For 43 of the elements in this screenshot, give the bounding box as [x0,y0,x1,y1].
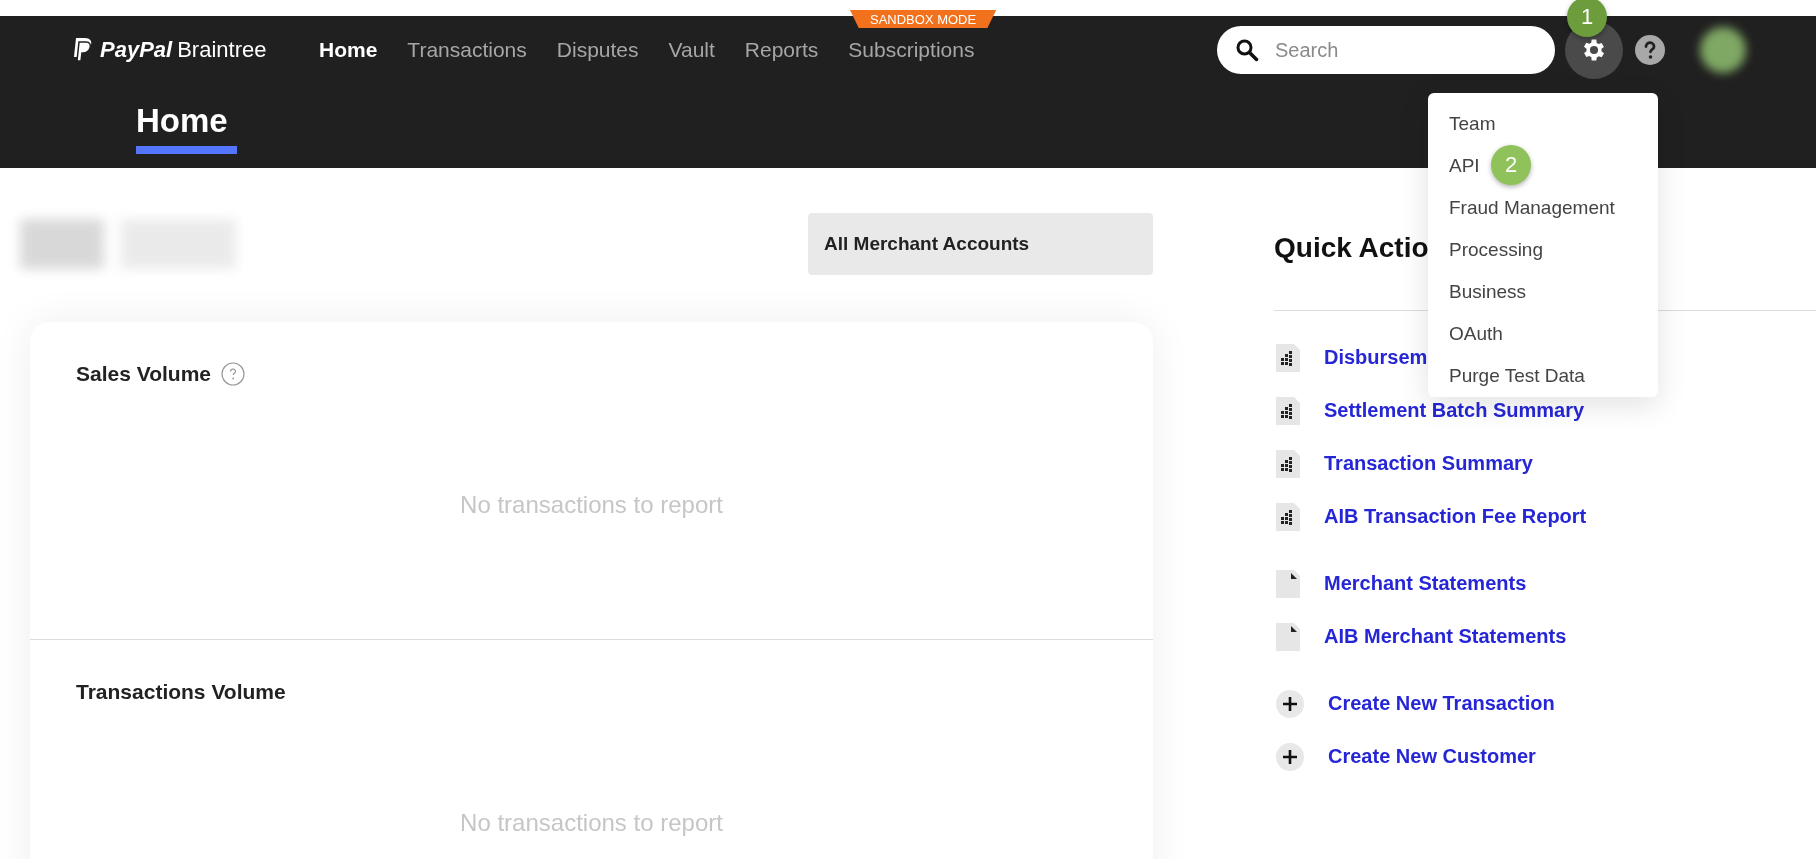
help-icon[interactable] [1635,35,1665,65]
report-document-icon [1276,502,1300,531]
quick-action-link[interactable]: Merchant Statements [1324,572,1527,595]
nav-link[interactable]: Home [319,38,378,62]
menu-item[interactable]: OAuth [1449,323,1503,345]
document-icon [1276,569,1300,598]
search-box[interactable]: Search [1217,26,1555,74]
brand-name: PayPal [100,37,173,63]
nav-link[interactable]: Vault [668,38,715,62]
panel-title: Sales Volume [76,362,211,386]
empty-state-text: No transactions to report [459,491,724,519]
nav-link[interactable]: Disputes [556,38,639,62]
nav-link[interactable]: Reports [744,38,819,62]
menu-item[interactable]: Fraud Management [1449,197,1615,219]
report-document-icon [1276,396,1300,425]
step-badge: 2 [1491,145,1531,185]
menu-item[interactable]: Team [1449,113,1496,135]
panel-title: Transactions Volume [76,680,286,704]
quick-action-link[interactable]: AIB Merchant Statements [1324,625,1567,648]
page-title: Home [136,102,237,154]
plus-icon [1276,742,1304,771]
quick-action-link[interactable]: Create New Customer [1328,745,1536,768]
quick-action-link[interactable]: Disbursem [1324,346,1428,369]
menu-item[interactable]: API [1449,155,1480,177]
avatar[interactable] [1700,27,1746,73]
plus-icon [1276,689,1304,718]
nav-link[interactable]: Transactions [407,38,527,62]
menu-item[interactable]: Purge Test Data [1449,365,1585,387]
nav-link[interactable]: Subscriptions [848,38,975,62]
quick-action-link[interactable]: Settlement Batch Summary [1324,399,1585,422]
menu-item[interactable]: Business [1449,281,1527,303]
paypal-logo-icon [72,37,94,63]
search-icon [1235,38,1259,62]
brand-name: Braintree [177,37,267,63]
report-document-icon [1276,343,1300,372]
quick-action-link[interactable]: Create New Transaction [1328,692,1555,715]
quick-action-link[interactable]: Transaction Summary [1324,452,1533,475]
merchant-account-selector[interactable]: All Merchant Accounts [808,213,1153,275]
document-icon [1276,622,1300,651]
quick-action-link[interactable]: AIB Transaction Fee Report [1324,505,1587,528]
empty-state-text: No transactions to report [459,809,724,837]
report-document-icon [1276,449,1300,478]
menu-item[interactable]: Processing [1449,239,1543,261]
